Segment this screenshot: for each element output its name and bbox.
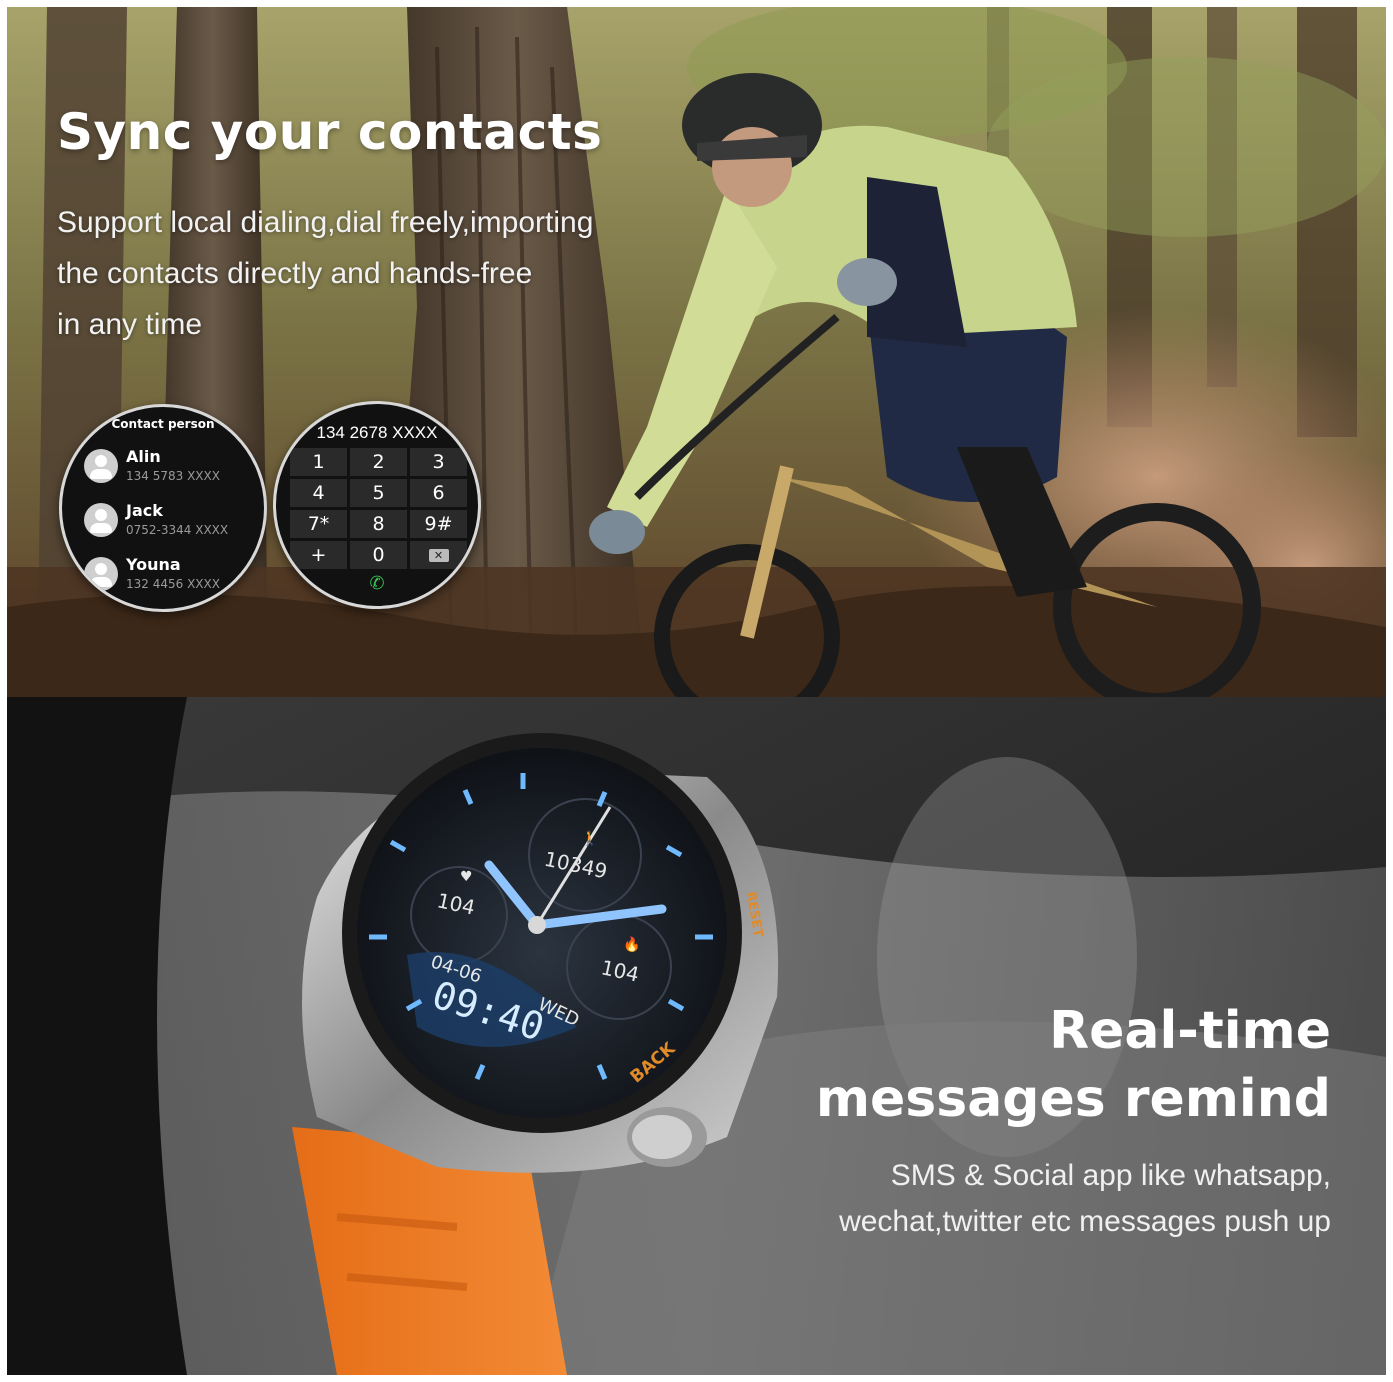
avatar-icon <box>84 503 118 537</box>
contact-name: Jack <box>126 501 163 520</box>
sync-contacts-panel: Sync your contacts Support local dialing… <box>7 7 1386 697</box>
backspace-icon: ✕ <box>428 548 449 562</box>
dial-key: 7* <box>290 510 347 538</box>
contacts-title: Contact person <box>111 417 215 431</box>
phone-icon: ✆ <box>369 573 385 594</box>
avatar-icon <box>84 557 118 591</box>
description-line: Support local dialing,dial freely,import… <box>57 206 594 239</box>
dial-key: 2 <box>350 448 407 476</box>
description-line: the contacts directly and hands-free <box>57 257 533 290</box>
description-line: in any time <box>57 308 203 341</box>
dial-keypad: 1 2 3 4 5 6 7* 8 9# + 0 ✕ <box>290 448 468 569</box>
contact-name: Youna <box>126 555 181 574</box>
contact-name: Alin <box>126 447 161 466</box>
dial-key: 8 <box>350 510 407 538</box>
sync-contacts-headline: Sync your contacts <box>57 103 603 161</box>
dial-key: 0 <box>350 541 407 569</box>
flame-icon: 🔥 <box>623 937 641 953</box>
top-text-block: Sync your contacts Support local dialing… <box>57 103 677 350</box>
dial-key: 6 <box>410 479 467 507</box>
bottom-text-block: Real-time messages remind SMS & Social a… <box>816 997 1331 1245</box>
dial-key: + <box>290 541 347 569</box>
heart-icon: ♥ <box>460 869 473 885</box>
headline-line: Real-time <box>1049 1001 1331 1061</box>
description-line: wechat,twitter etc messages push up <box>839 1205 1331 1238</box>
description-line: SMS & Social app like whatsapp, <box>890 1159 1331 1192</box>
dial-key: 9# <box>410 510 467 538</box>
messages-remind-panel: 10349 🚶 104 ♥ 104 🔥 04-06 09:40 WED BACK… <box>7 697 1386 1375</box>
messages-headline: Real-time messages remind <box>816 997 1331 1133</box>
dial-key: 1 <box>290 448 347 476</box>
contact-number: 132 4456 XXXX <box>126 577 220 591</box>
dial-key: 3 <box>410 448 467 476</box>
dial-key: 5 <box>350 479 407 507</box>
messages-description: SMS & Social app like whatsapp, wechat,t… <box>816 1153 1331 1245</box>
dial-key-delete: ✕ <box>410 541 467 569</box>
contact-number: 0752-3344 XXXX <box>126 523 229 537</box>
avatar-icon <box>84 449 118 483</box>
headline-line: messages remind <box>815 1069 1331 1129</box>
product-image: Sync your contacts Support local dialing… <box>7 7 1386 1375</box>
contacts-watch-screen: Contact person Alin 134 5783 XXXX Jack 0… <box>59 404 267 612</box>
walker-icon: 🚶 <box>581 831 599 847</box>
sync-contacts-description: Support local dialing,dial freely,import… <box>57 197 677 350</box>
dialpad-watch-screen: 134 2678 XXXX 1 2 3 4 5 6 7* 8 9# + 0 ✕ … <box>273 401 481 609</box>
dialed-number: 134 2678 XXXX <box>316 423 438 442</box>
dial-key: 4 <box>290 479 347 507</box>
contact-number: 134 5783 XXXX <box>126 469 220 483</box>
